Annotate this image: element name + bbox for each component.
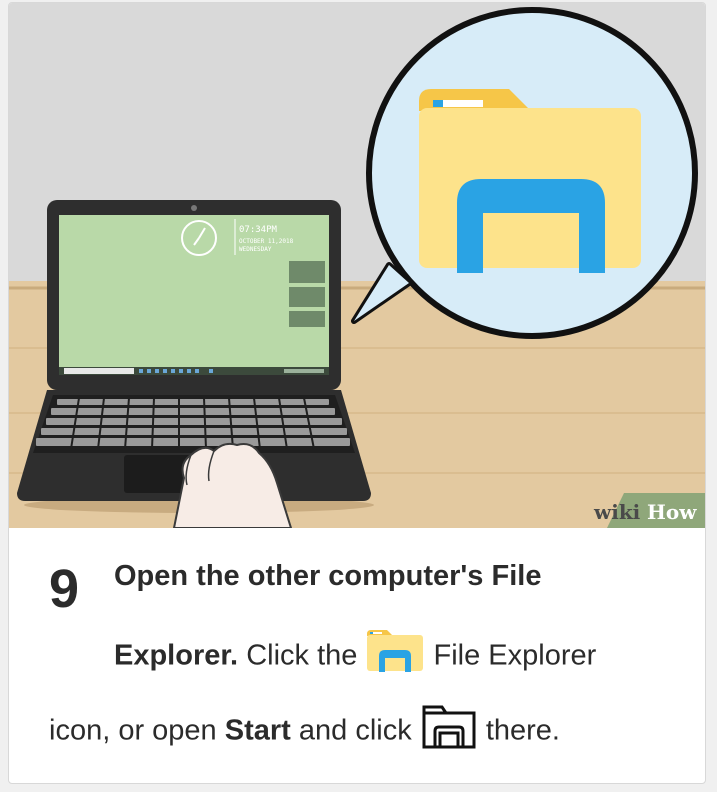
text-start: Start [224,714,291,747]
step-text-line3: icon, or open Start and click there. [49,703,560,761]
clock-day: WEDNESDAY [239,246,272,253]
file-explorer-icon [365,628,425,686]
text-click-the: Click the [246,639,358,672]
step-title-explorer: Explorer. [114,639,239,672]
file-explorer-outline-icon [420,703,478,761]
text-there: there. [485,714,560,747]
clock-date: OCTOBER 11,2018 [239,238,294,245]
step-text-section: 9 Open the other computer's File Explore… [9,528,705,783]
text-icon-or-open: icon, or open [49,714,217,747]
step-card: 07:34PM OCTOBER 11,2018 WEDNESDAY wiki H… [8,2,706,784]
step-text-line2: Explorer. Click the File Explorer [114,628,596,686]
watermark-how: How [647,500,697,524]
step-illustration: 07:34PM OCTOBER 11,2018 WEDNESDAY wiki H… [9,3,705,528]
clock-time: 07:34PM [239,225,278,235]
file-explorer-icon-large [419,89,641,273]
laptop: 07:34PM OCTOBER 11,2018 WEDNESDAY [47,200,341,390]
text-file-explorer: File Explorer [433,639,597,672]
step-title-line1: Open the other computer's File [114,560,542,592]
step-number: 9 [49,559,80,619]
watermark-wiki: wiki [593,500,641,524]
text-and-click: and click [298,714,412,747]
